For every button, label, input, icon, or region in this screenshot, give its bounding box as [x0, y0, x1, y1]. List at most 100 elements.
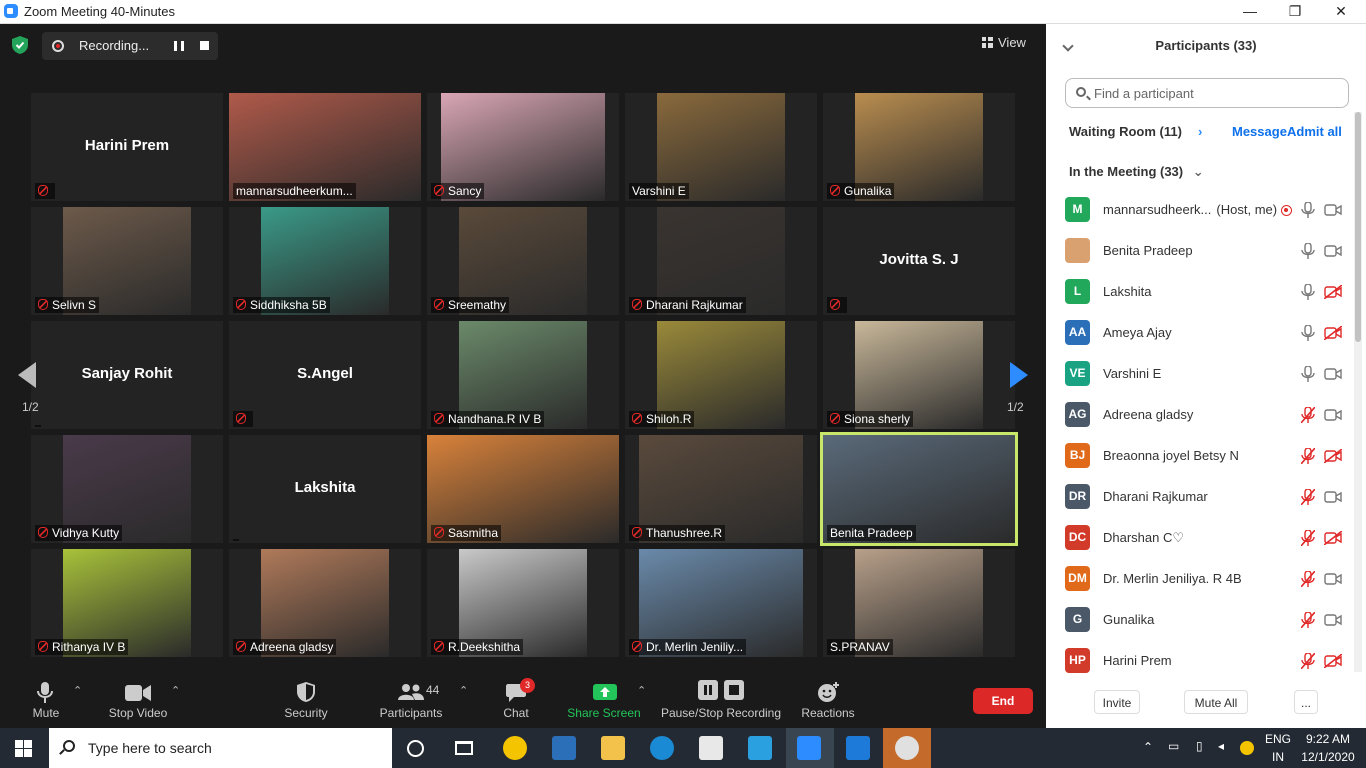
participant-row[interactable]: HP Harini Prem — [1046, 642, 1352, 683]
microphone-on-icon[interactable] — [1301, 325, 1315, 341]
microphone-on-icon[interactable] — [1301, 366, 1315, 382]
video-off-icon[interactable] — [1324, 326, 1342, 340]
video-tile[interactable]: Dr. Merlin Jeniliy... — [625, 549, 817, 657]
stop-recording-button[interactable] — [200, 41, 209, 50]
invite-button[interactable]: Invite — [1094, 690, 1140, 714]
video-tile[interactable]: Sasmitha — [427, 435, 619, 543]
tray-overflow-icon[interactable]: ⌃ — [1143, 740, 1153, 754]
video-tile[interactable]: Thanushree.R — [625, 435, 817, 543]
pause-recording-button[interactable] — [174, 41, 184, 51]
network-icon[interactable]: ▭ — [1168, 739, 1179, 753]
mail-app-icon[interactable] — [552, 736, 576, 760]
video-on-icon[interactable] — [1324, 244, 1342, 258]
zoom-app-icon[interactable] — [797, 736, 821, 760]
microphone-on-icon[interactable] — [1301, 284, 1315, 300]
participant-row[interactable]: L Lakshita — [1046, 273, 1352, 314]
video-on-icon[interactable] — [1324, 613, 1342, 627]
video-off-icon[interactable] — [1324, 531, 1342, 545]
video-tile[interactable]: Adreena gladsy — [229, 549, 421, 657]
video-on-icon[interactable] — [1324, 408, 1342, 422]
microphone-on-icon[interactable] — [1301, 202, 1315, 218]
task-view-icon[interactable] — [455, 741, 473, 755]
participant-row[interactable]: Benita Pradeep — [1046, 232, 1352, 273]
chat-button[interactable]: Chat — [500, 706, 532, 720]
cortana-icon[interactable] — [407, 740, 424, 757]
view-button[interactable]: View — [982, 32, 1038, 54]
video-tile[interactable]: Lakshita — [229, 435, 421, 543]
video-tile[interactable]: R.Deekshitha — [427, 549, 619, 657]
participant-list-scrollbar[interactable] — [1354, 112, 1362, 672]
video-on-icon[interactable] — [1324, 203, 1342, 217]
video-tile[interactable]: Siona sherly — [823, 321, 1015, 429]
close-button[interactable]: ✕ — [1321, 2, 1361, 22]
video-on-icon[interactable] — [1324, 572, 1342, 586]
video-tile[interactable]: Siddhiksha 5B — [229, 207, 421, 315]
waiting-room-expand-icon[interactable]: › — [1198, 124, 1202, 139]
participants-icon[interactable] — [398, 684, 424, 700]
clock-time[interactable]: 9:22 AM — [1297, 732, 1359, 746]
video-tile[interactable]: Gunalika — [823, 93, 1015, 201]
security-button[interactable]: Security — [280, 706, 332, 720]
video-tile[interactable]: Selivn S — [31, 207, 223, 315]
file-explorer-icon[interactable] — [601, 736, 625, 760]
reactions-icon[interactable] — [818, 682, 840, 702]
share-screen-icon[interactable] — [593, 684, 617, 700]
reactions-button[interactable]: Reactions — [799, 706, 857, 720]
video-tile[interactable]: Vidhya Kutty — [31, 435, 223, 543]
media-app-icon[interactable] — [846, 736, 870, 760]
next-page-arrow-icon[interactable] — [1010, 362, 1028, 388]
scrollbar-thumb[interactable] — [1355, 112, 1361, 342]
video-off-icon[interactable] — [1324, 449, 1342, 463]
security-shield-icon[interactable] — [12, 36, 28, 54]
participant-row[interactable]: G Gunalika — [1046, 601, 1352, 642]
taskbar-search-input[interactable]: Type here to search — [49, 728, 392, 768]
microphone-muted-icon[interactable] — [1301, 448, 1315, 464]
security-icon[interactable] — [297, 682, 315, 702]
participants-button[interactable]: Participants — [378, 706, 444, 720]
microphone-icon[interactable] — [37, 682, 53, 704]
language-indicator-top[interactable]: ENG — [1262, 732, 1294, 746]
video-tile[interactable]: S.Angel — [229, 321, 421, 429]
video-tile[interactable]: Sanjay Rohit — [31, 321, 223, 429]
participant-row[interactable]: VE Varshini E — [1046, 355, 1352, 396]
windows-start-icon[interactable] — [15, 740, 32, 757]
video-on-icon[interactable] — [1324, 367, 1342, 381]
chrome-browser-icon[interactable] — [895, 736, 919, 760]
video-tile[interactable]: Jovitta S. J — [823, 207, 1015, 315]
video-tile[interactable]: S.PRANAV — [823, 549, 1015, 657]
participants-options-caret[interactable]: ⌃ — [459, 684, 468, 697]
microphone-muted-icon[interactable] — [1301, 489, 1315, 505]
participant-row[interactable]: Mmannarsudheerk... (Host, me) — [1046, 191, 1352, 232]
video-tile[interactable]: Varshini E — [625, 93, 817, 201]
video-tile[interactable]: Sancy — [427, 93, 619, 201]
video-off-icon[interactable] — [1324, 285, 1342, 299]
share-options-caret[interactable]: ⌃ — [637, 684, 646, 697]
microphone-muted-icon[interactable] — [1301, 653, 1315, 669]
video-tile[interactable]: mannarsudheerkum... — [229, 93, 421, 201]
microphone-on-icon[interactable] — [1301, 243, 1315, 259]
video-off-icon[interactable] — [1324, 654, 1342, 668]
participant-row[interactable]: AA Ameya Ajay — [1046, 314, 1352, 355]
video-tile[interactable]: Dharani Rajkumar — [625, 207, 817, 315]
end-meeting-button[interactable]: End — [973, 688, 1033, 714]
app-l-icon[interactable] — [748, 736, 772, 760]
video-camera-icon[interactable] — [125, 685, 151, 701]
language-indicator-bottom[interactable]: IN — [1262, 750, 1294, 764]
video-tile[interactable]: Shiloh.R — [625, 321, 817, 429]
video-on-icon[interactable] — [1324, 490, 1342, 504]
battery-icon[interactable]: ▯ — [1196, 739, 1203, 753]
microphone-muted-icon[interactable] — [1301, 530, 1315, 546]
participant-row[interactable]: DM Dr. Merlin Jeniliya. R 4B — [1046, 560, 1352, 601]
taskbar-app-plus-icon[interactable] — [503, 736, 527, 760]
video-tile[interactable]: Nandhana.R IV B — [427, 321, 619, 429]
audio-options-caret[interactable]: ⌃ — [73, 684, 82, 697]
participant-row[interactable]: DC Dharshan C♡ — [1046, 519, 1352, 560]
more-options-button[interactable]: ... — [1294, 690, 1318, 714]
message-link[interactable]: Message — [1232, 124, 1287, 139]
participant-row[interactable]: DR Dharani Rajkumar — [1046, 478, 1352, 519]
tray-app-plus-icon[interactable] — [1240, 741, 1254, 755]
mute-button[interactable]: Mute — [31, 706, 61, 720]
video-tile[interactable]: Rithanya IV B — [31, 549, 223, 657]
microphone-muted-icon[interactable] — [1301, 612, 1315, 628]
video-tile[interactable]: Benita Pradeep — [820, 432, 1018, 546]
